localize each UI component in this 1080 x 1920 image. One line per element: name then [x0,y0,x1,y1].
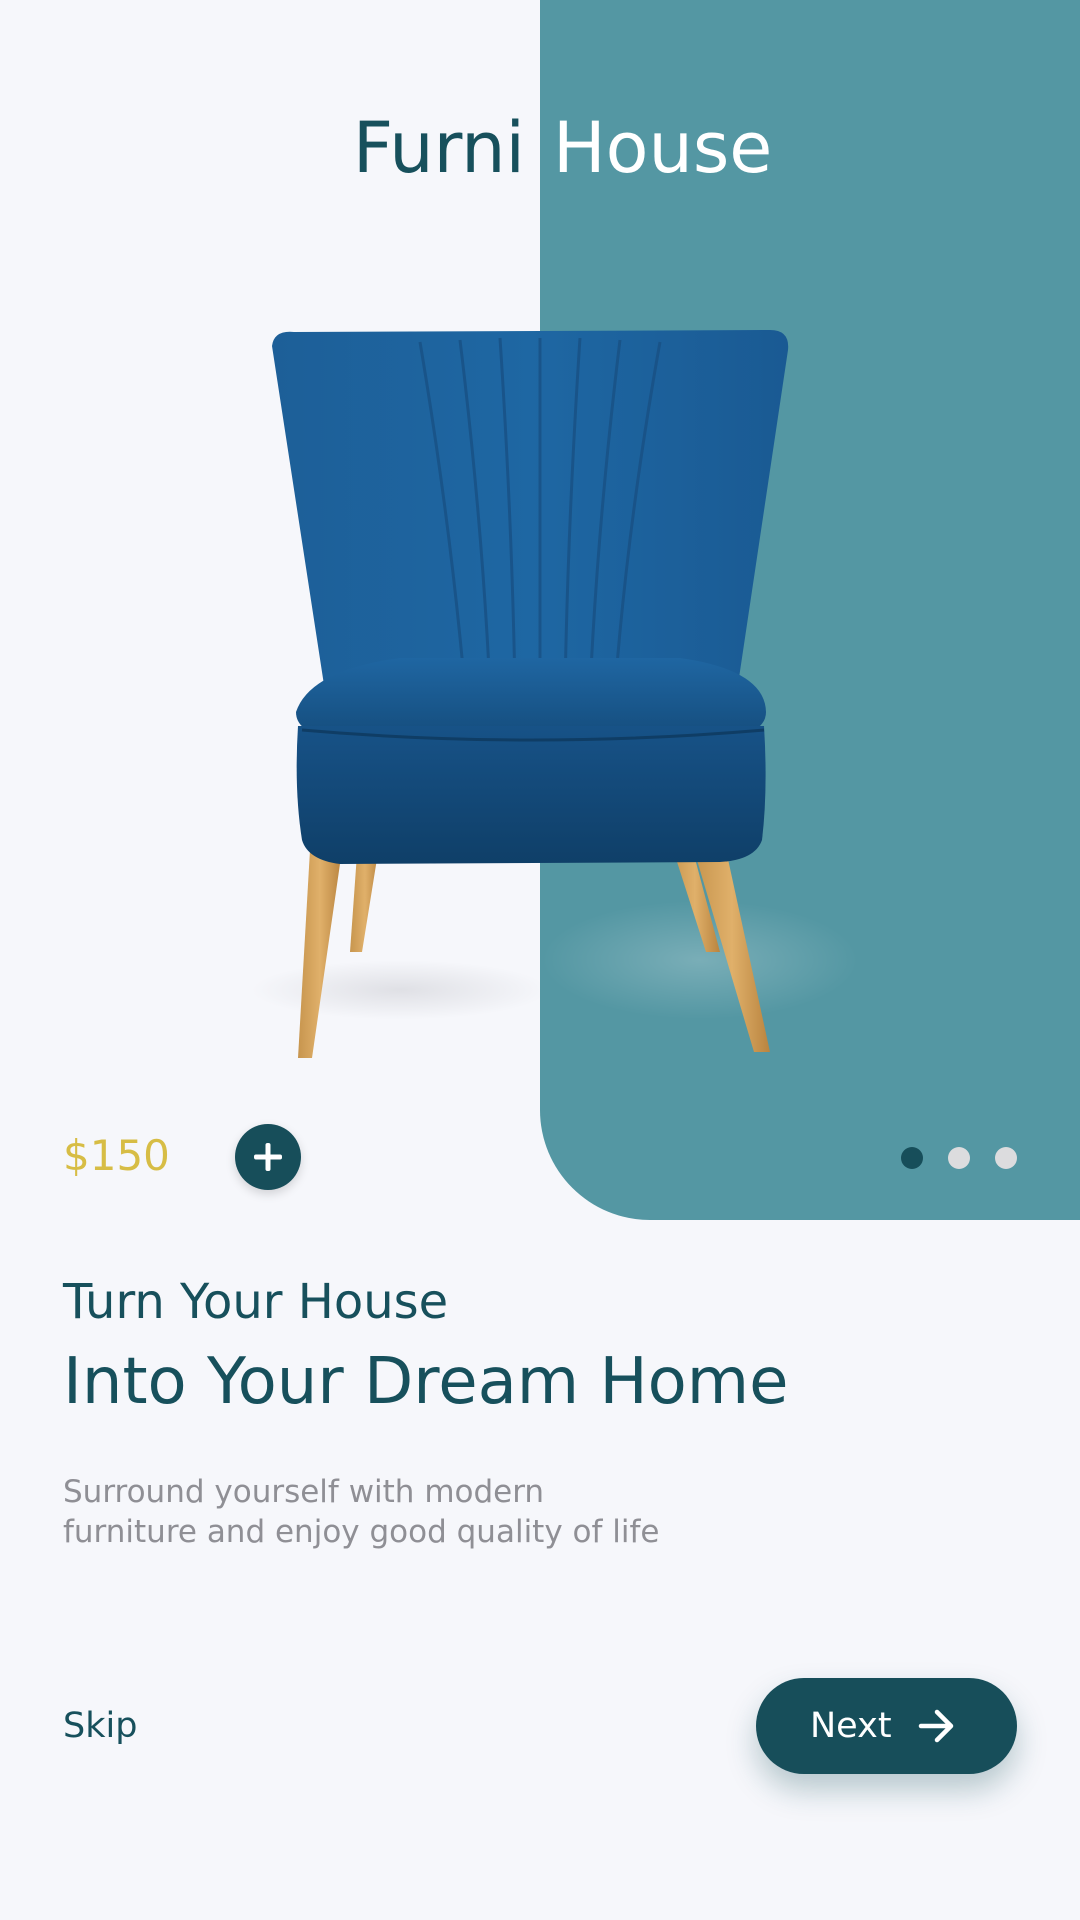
chair-leg-front-right [694,850,770,1052]
brand-name-part1: Furni [352,107,525,189]
plus-icon [254,1143,282,1171]
brand-name-part2: House [553,107,773,189]
product-price: $150 [63,1131,170,1180]
onboarding-subtitle: Turn Your House [63,1274,449,1330]
product-image-chair [272,330,789,1058]
page-dot-3[interactable] [995,1147,1017,1169]
arrow-right-icon [918,1709,954,1743]
chair-backrest [272,330,789,698]
add-to-cart-button[interactable] [235,1124,301,1190]
chair-leg-front-left [298,850,342,1058]
description-line-1: Surround yourself with modern [63,1474,545,1510]
chair-seat-base [296,726,766,864]
page-dot-1[interactable] [901,1147,923,1169]
app-title: Furni House [0,108,1080,188]
description-line-2: furniture and enjoy good quality of life [63,1514,660,1550]
next-button-label: Next [810,1706,892,1746]
onboarding-description: Surround yourself with modern furniture … [63,1472,763,1552]
skip-button[interactable]: Skip [63,1702,137,1750]
onboarding-headline: Into Your Dream Home [63,1345,789,1419]
onboarding-screen: Furni House $150 Turn Your House Into Yo… [0,0,1080,1920]
next-button[interactable]: Next [756,1678,1017,1774]
page-dot-2[interactable] [948,1147,970,1169]
